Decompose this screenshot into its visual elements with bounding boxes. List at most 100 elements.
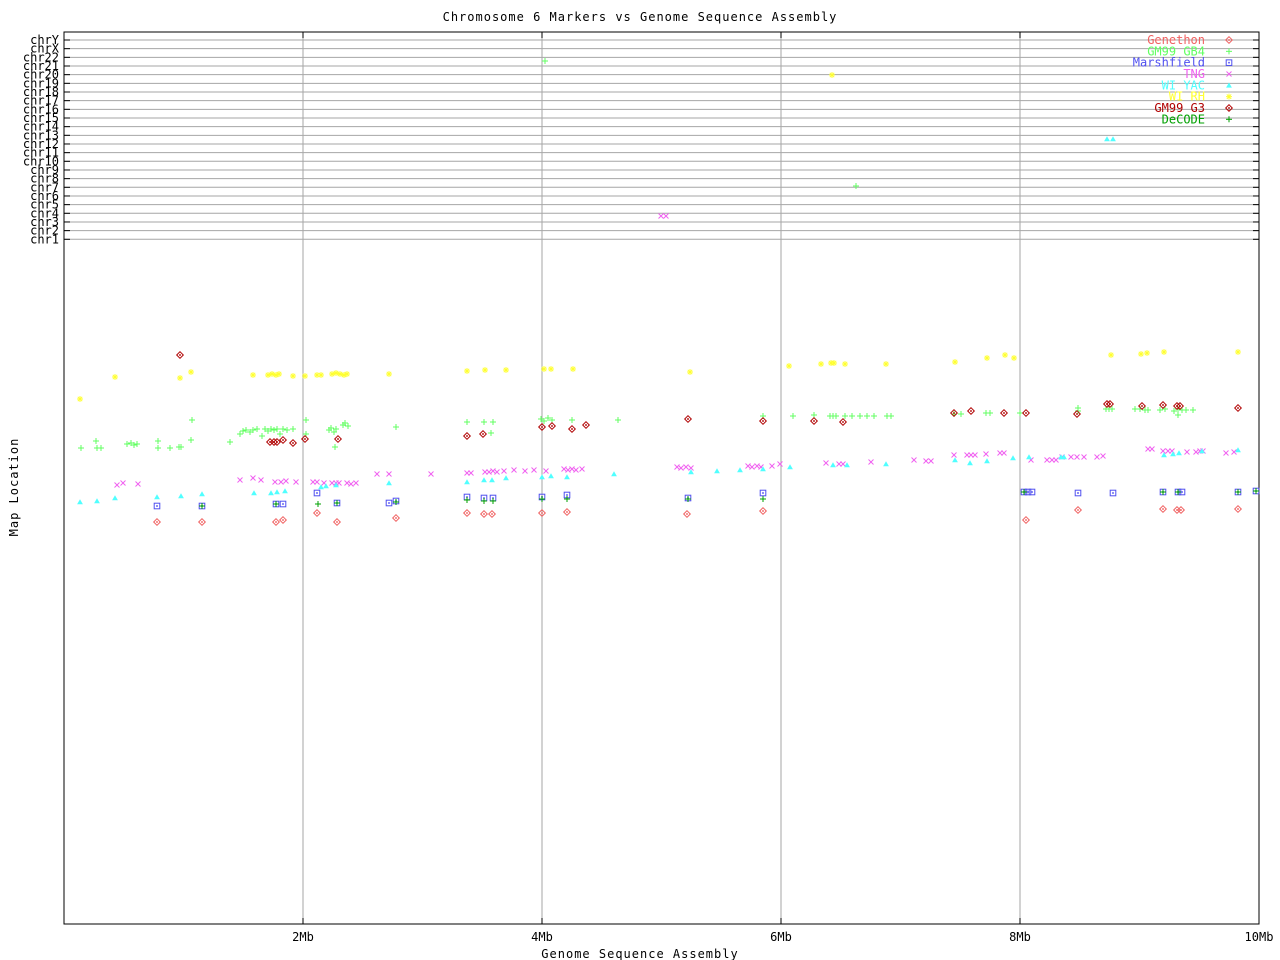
data-point [1158, 504, 1168, 514]
data-point [958, 411, 964, 417]
data-point [833, 413, 839, 419]
data-point [152, 517, 162, 527]
shape [282, 439, 284, 441]
shape [714, 468, 720, 474]
data-point [155, 445, 161, 451]
shape [687, 418, 689, 420]
legend-marker [1226, 93, 1232, 100]
shape [154, 494, 160, 500]
data-point [503, 475, 509, 481]
shape [1110, 136, 1116, 142]
data-point [787, 464, 793, 470]
data-point [543, 468, 549, 474]
data-point [615, 417, 621, 423]
data-point [279, 500, 287, 508]
data-point [987, 410, 993, 416]
data-point [337, 371, 343, 377]
shape [686, 513, 688, 515]
data-point [188, 369, 194, 375]
chromosome-label: chr1 [30, 232, 59, 246]
shape [566, 511, 568, 513]
shape [1180, 509, 1182, 511]
shape [466, 435, 468, 437]
data-point [153, 502, 161, 510]
shape [952, 457, 958, 463]
data-point [464, 368, 470, 374]
data-point [489, 477, 495, 483]
shape [1162, 508, 1164, 510]
data-point [318, 484, 324, 490]
shape [1228, 61, 1230, 64]
data-point [386, 480, 392, 486]
shape [483, 513, 485, 515]
data-point [531, 467, 537, 473]
shape [503, 475, 509, 481]
data-point [177, 375, 183, 381]
data-point [687, 369, 693, 375]
shape [316, 512, 318, 514]
data-point [284, 427, 290, 433]
shape [268, 490, 274, 496]
data-point [678, 465, 684, 471]
shape [292, 442, 294, 444]
data-point [581, 420, 591, 430]
data-point [737, 467, 743, 473]
data-point [539, 496, 545, 502]
data-point [274, 489, 280, 495]
shape [201, 521, 203, 523]
data-point [888, 413, 894, 419]
data-point [1235, 349, 1241, 355]
data-point [883, 461, 889, 467]
data-point [1160, 448, 1166, 454]
shape [282, 488, 288, 494]
data-point [714, 468, 720, 474]
shape [251, 490, 257, 496]
shape [1162, 404, 1164, 406]
shape [1141, 405, 1143, 407]
data-point [303, 417, 309, 423]
data-point [112, 495, 118, 501]
data-point [462, 431, 472, 441]
data-point [488, 430, 494, 436]
shape [274, 489, 280, 495]
shape [787, 464, 793, 470]
data-point [511, 467, 517, 473]
shape [1109, 403, 1111, 405]
data-point [541, 366, 547, 372]
shape [1228, 39, 1230, 41]
shape [1112, 492, 1114, 494]
shape [156, 505, 158, 507]
data-point [984, 458, 990, 464]
data-point [313, 489, 321, 497]
data-point [254, 426, 260, 432]
data-point [769, 463, 775, 469]
data-point [268, 490, 274, 496]
data-point [258, 477, 264, 483]
data-point [237, 477, 243, 483]
data-point [175, 350, 185, 360]
data-point [333, 370, 339, 376]
shape [77, 499, 83, 505]
data-point [1021, 489, 1027, 495]
data-point [1190, 407, 1196, 413]
data-point [1072, 409, 1082, 419]
shape [566, 494, 568, 496]
data-point [114, 482, 120, 488]
data-point [1074, 454, 1080, 460]
data-point [840, 461, 846, 467]
data-point [94, 498, 100, 504]
data-point [611, 471, 617, 477]
data-point [464, 419, 470, 425]
data-point [374, 471, 380, 477]
shape [1077, 492, 1079, 494]
data-point [78, 445, 84, 451]
data-point [567, 424, 577, 434]
data-point [951, 452, 957, 458]
data-point [315, 501, 321, 507]
shape [388, 502, 390, 504]
data-point [478, 429, 488, 439]
shape [1025, 519, 1027, 521]
data-point [1002, 352, 1008, 358]
data-point [758, 506, 768, 516]
x-tick-label: 8Mb [1009, 930, 1031, 944]
